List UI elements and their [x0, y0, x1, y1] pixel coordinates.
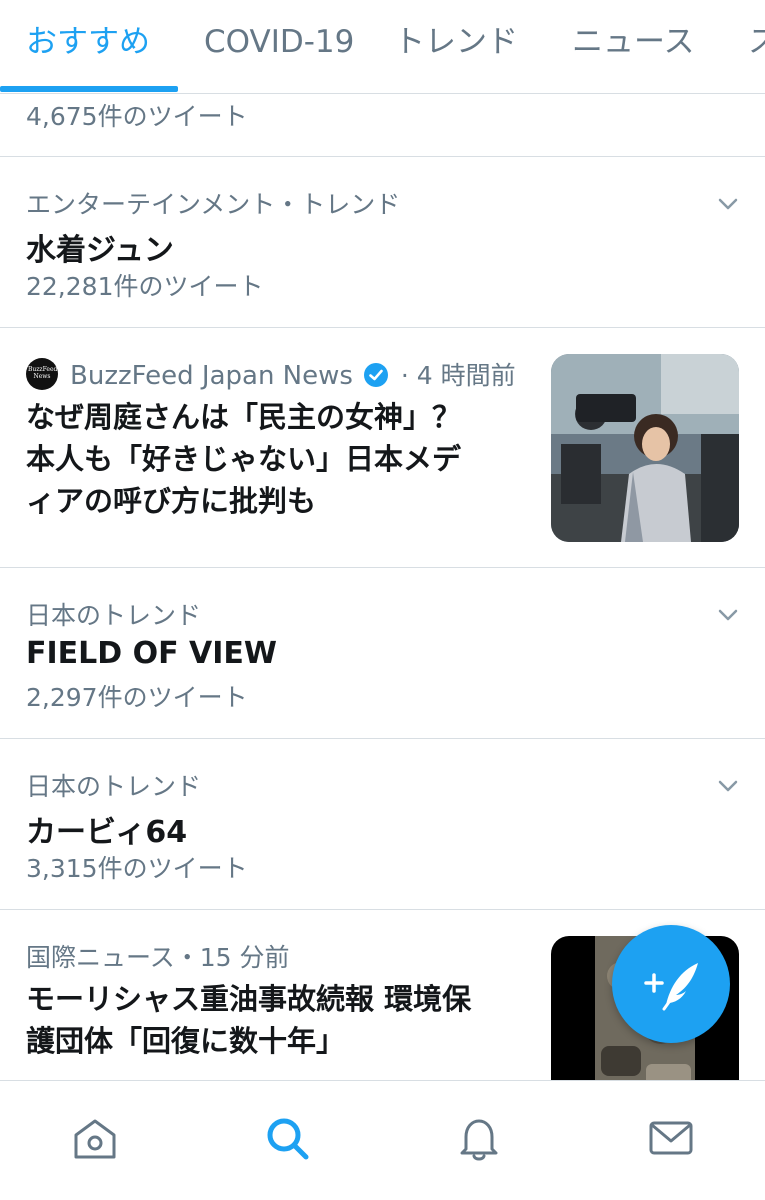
news-row[interactable]: BuzzFeed News BuzzFeed Japan News · 4 時間… [0, 328, 765, 568]
active-tab-indicator [0, 86, 178, 92]
bottom-navigation [0, 1080, 765, 1200]
headline-line: ィアの呼び方に批判も [26, 484, 317, 518]
trend-row[interactable]: エンターテインメント・トレンド 水着ジュン 22,281件のツイート [0, 157, 765, 328]
source-avatar: BuzzFeed News [26, 358, 58, 390]
tab-trends[interactable]: トレンド [394, 0, 518, 93]
chevron-down-icon[interactable] [717, 193, 739, 215]
compose-tweet-button[interactable] [612, 925, 730, 1043]
tweet-count: 4,675件のツイート [26, 102, 248, 131]
trend-title: カービィ64 [26, 815, 188, 850]
search-icon [267, 1118, 309, 1160]
tab-sports-partial[interactable]: ス [748, 0, 765, 93]
news-category-time: 国際ニュース・15 分前 [26, 943, 290, 972]
news-thumbnail[interactable] [551, 354, 739, 542]
bell-icon [460, 1119, 498, 1161]
compose-tweet-icon [644, 963, 698, 1011]
trend-title: 水着ジュン [26, 233, 174, 268]
twitter-explore-screen: おすすめ COVID-19 トレンド ニュース ス 4,675件のツイート エン… [0, 0, 765, 1200]
verified-badge-icon [363, 363, 388, 387]
source-logo-text: BuzzFeed News [28, 366, 58, 380]
home-icon [74, 1119, 116, 1159]
news-headline: モーリシャス重油事故続報 環境保 護団体「回復に数十年」 [26, 978, 526, 1062]
chevron-down-icon[interactable] [717, 775, 739, 797]
news-source: BuzzFeed Japan News [70, 361, 353, 391]
explore-tabs: おすすめ COVID-19 トレンド ニュース ス [0, 0, 765, 94]
news-photo [551, 354, 739, 542]
news-headline: なぜ周庭さんは「民主の女神」？ 本人も「好きじゃない」日本メデ ィアの呼び方に批… [26, 396, 526, 522]
news-source-line: BuzzFeed Japan News · 4 時間前 [70, 356, 516, 392]
nav-search[interactable] [262, 1113, 312, 1163]
headline-line: 本人も「好きじゃない」日本メデ [26, 442, 462, 476]
tweet-count: 3,315件のツイート [26, 854, 248, 883]
tweet-count: 22,281件のツイート [26, 272, 264, 301]
trend-title: FIELD OF VIEW [26, 636, 278, 671]
nav-notifications[interactable] [454, 1113, 504, 1163]
nav-messages[interactable] [646, 1113, 696, 1163]
news-time: · 4 時間前 [400, 361, 516, 390]
tab-covid19[interactable]: COVID-19 [204, 0, 354, 93]
trend-row[interactable]: 日本のトレンド カービィ64 3,315件のツイート [0, 739, 765, 910]
trend-row[interactable]: 日本のトレンド FIELD OF VIEW 2,297件のツイート [0, 568, 765, 739]
nav-home[interactable] [70, 1113, 120, 1163]
tweet-count: 2,297件のツイート [26, 683, 248, 712]
headline-line: なぜ周庭さんは「民主の女神」？ [26, 400, 462, 434]
headline-line: 護団体「回復に数十年」 [26, 1024, 346, 1058]
mail-icon [649, 1121, 693, 1155]
trend-category: 日本のトレンド [26, 601, 202, 630]
trend-row-partial[interactable]: 4,675件のツイート [0, 93, 765, 157]
headline-line: モーリシャス重油事故続報 環境保 [26, 982, 472, 1016]
trend-category: エンターテインメント・トレンド [26, 190, 401, 219]
trend-category: 日本のトレンド [26, 772, 202, 801]
tab-recommended[interactable]: おすすめ [26, 0, 150, 93]
tab-news[interactable]: ニュース [572, 0, 694, 93]
chevron-down-icon[interactable] [717, 604, 739, 626]
